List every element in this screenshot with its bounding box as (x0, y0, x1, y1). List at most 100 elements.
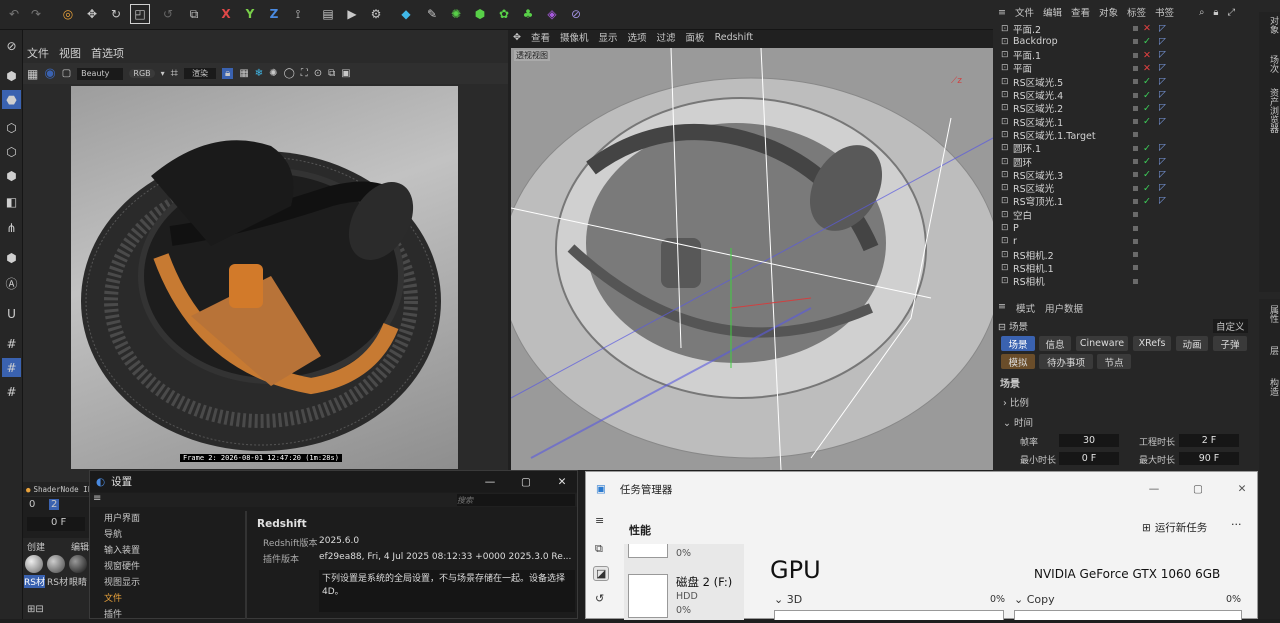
tab-nodes[interactable]: 节点 (1097, 354, 1131, 369)
enabled-check-icon[interactable]: ✓ (1143, 116, 1155, 127)
frame-field[interactable]: 0 F (27, 517, 85, 531)
nav-item-plugins[interactable]: 插件 (104, 607, 244, 623)
enabled-check-icon[interactable]: ✓ (1143, 36, 1155, 47)
side-tab-objects[interactable]: 对象 (1268, 16, 1278, 34)
model-mode-icon[interactable]: ⬣ (2, 90, 21, 109)
om-menu-edit[interactable]: 编辑 (1043, 5, 1062, 19)
joint-icon[interactable]: ⋔ (2, 218, 21, 237)
layer-dot[interactable] (1133, 159, 1138, 164)
object-row[interactable]: ⊡ 平面.1 ✕ ◸ (1001, 49, 1266, 63)
tag-icon[interactable]: ◸ (1159, 63, 1166, 73)
menu-view[interactable]: 视图 (59, 45, 81, 61)
layer-dot[interactable] (1133, 238, 1138, 244)
layer-dot[interactable] (1133, 172, 1138, 178)
object-name[interactable]: RS区域光.2 (1013, 101, 1133, 115)
layer-dot[interactable] (1133, 225, 1138, 231)
snapshot-icon[interactable]: ▣ (341, 68, 350, 79)
tag-icon[interactable]: ◸ (1159, 170, 1166, 180)
object-name[interactable]: RS穹顶光.1 (1013, 194, 1133, 208)
menu-options[interactable]: 选项 (628, 30, 647, 44)
object-name[interactable]: P (1013, 223, 1133, 234)
menu-view[interactable]: 查看 (531, 30, 550, 44)
menu-redshift[interactable]: Redshift (715, 32, 754, 43)
menu-file[interactable]: 文件 (27, 45, 49, 61)
grid-snap-icon[interactable]: # (2, 334, 21, 353)
tag-icon[interactable]: ◸ (1159, 103, 1166, 113)
pen-icon[interactable]: ✎ (422, 4, 442, 24)
layer-dot[interactable] (1133, 52, 1138, 58)
material-tab-create[interactable]: 创建 (27, 540, 45, 553)
y-axis-icon[interactable]: Y (240, 4, 260, 24)
object-name[interactable]: RS相机.2 (1013, 248, 1133, 262)
z-axis-icon[interactable]: Z (264, 4, 284, 24)
enabled-check-icon[interactable]: ✓ (1143, 183, 1155, 194)
tag-icon[interactable]: ◸ (1159, 90, 1166, 100)
snap-icon[interactable]: ⬢ (2, 248, 21, 267)
object-row[interactable]: ⊡ RS穹顶光.1 ✓ ◸ (1001, 194, 1266, 209)
custom-dropdown[interactable]: 自定义 (1213, 319, 1248, 333)
layer-dot[interactable] (1133, 79, 1138, 85)
search-icon[interactable]: ⌕ (1199, 7, 1204, 18)
enabled-check-icon[interactable]: ✓ (1143, 90, 1155, 101)
min-length-field[interactable]: 0 F (1059, 452, 1119, 465)
engine-3d-label[interactable]: ⌄ 3D (774, 593, 802, 606)
tab-simulation[interactable]: 模拟 (1001, 354, 1035, 369)
material-swatch[interactable] (47, 555, 65, 573)
object-row[interactable]: ⊡ RS区域光.3 ✓ ◸ (1001, 168, 1266, 182)
render-mode-select[interactable]: 渲染 (184, 68, 216, 79)
layer-dot[interactable] (1133, 252, 1138, 258)
object-row[interactable]: ⊡ 圆环.1 ✓ ◸ (1001, 142, 1266, 156)
snowflake-icon[interactable]: ❄ (255, 68, 263, 79)
attr-menu-userdata[interactable]: 用户数据 (1045, 301, 1083, 315)
magnet-icon[interactable]: U (2, 304, 21, 323)
object-row[interactable]: ⊡ RS区域光 ✓ ◸ (1001, 182, 1266, 196)
live-select-icon[interactable]: ◎ (58, 4, 78, 24)
tag-icon[interactable]: ◸ (1159, 183, 1166, 193)
tag-icon[interactable]: ◸ (1159, 196, 1166, 206)
object-name[interactable]: Backdrop (1013, 36, 1133, 47)
grid-view-icon[interactable]: ⊞⊟ (27, 604, 44, 615)
object-row[interactable]: ⊡ 平面.2 ✕ ◸ (1001, 22, 1266, 36)
scale-icon[interactable]: ◰ (130, 4, 150, 24)
make-editable-icon[interactable]: ⊘ (2, 36, 21, 55)
object-row[interactable]: ⊡ RS区域光.5 ✓ ◸ (1001, 75, 1266, 89)
side-tab-takes[interactable]: 场次 (1268, 55, 1278, 73)
layer-dot[interactable] (1133, 265, 1138, 271)
expand-icon[interactable]: ⤢ (1227, 7, 1235, 18)
menu-display[interactable]: 显示 (599, 30, 618, 44)
hamburger-icon[interactable]: ≡ (595, 514, 604, 527)
layer-dot[interactable] (1133, 185, 1138, 191)
stop-render-icon[interactable]: ▢ (62, 68, 71, 79)
enabled-check-icon[interactable]: ✓ (1143, 156, 1155, 167)
axis-lock-icon[interactable]: Ⓐ (2, 274, 21, 293)
performance-icon[interactable]: ◪ (593, 566, 610, 581)
tag-icon[interactable]: ◸ (1159, 50, 1166, 60)
object-row[interactable]: ⊡ Backdrop ✓ ◸ (1001, 35, 1266, 48)
object-row[interactable]: ⊡ RS相机 (1001, 275, 1266, 288)
undo-icon[interactable]: ↶ (4, 4, 24, 24)
history-icon[interactable]: ↺ (595, 592, 604, 605)
object-row[interactable]: ⊡ 空白 (1001, 208, 1266, 222)
menu-icon[interactable]: ≡ (998, 7, 1006, 18)
render-region-icon[interactable]: ▤ (318, 4, 338, 24)
layer-dot[interactable] (1133, 212, 1138, 218)
nav-item-navigation[interactable]: 导航 (104, 527, 244, 543)
more-options-button[interactable]: ··· (1231, 518, 1242, 531)
fit-icon[interactable]: ⛶ (301, 68, 308, 79)
redo-icon[interactable]: ↷ (26, 4, 46, 24)
tag-icon[interactable]: ◸ (1159, 77, 1166, 87)
layer-dot[interactable] (1133, 65, 1138, 71)
side-tab-layers[interactable]: 层 (1268, 346, 1278, 355)
layer-dot[interactable] (1133, 39, 1138, 45)
menu-panel[interactable]: 面板 (686, 30, 705, 44)
tab-animation[interactable]: 动画 (1176, 336, 1208, 351)
viewport-canvas[interactable]: 透视视图 ⟋z (511, 48, 993, 470)
om-menu-bookmark[interactable]: 书签 (1155, 5, 1174, 19)
deformer-icon[interactable]: ◈ (542, 4, 562, 24)
enabled-check-icon[interactable]: ✓ (1143, 143, 1155, 154)
object-name[interactable]: RS相机 (1013, 274, 1133, 288)
render-settings-icon[interactable]: ⚙ (366, 4, 386, 24)
object-name[interactable]: 平面 (1013, 61, 1133, 75)
object-name[interactable]: RS区域光.1 (1013, 115, 1133, 129)
points-mode-icon[interactable]: ⬡ (2, 118, 21, 137)
